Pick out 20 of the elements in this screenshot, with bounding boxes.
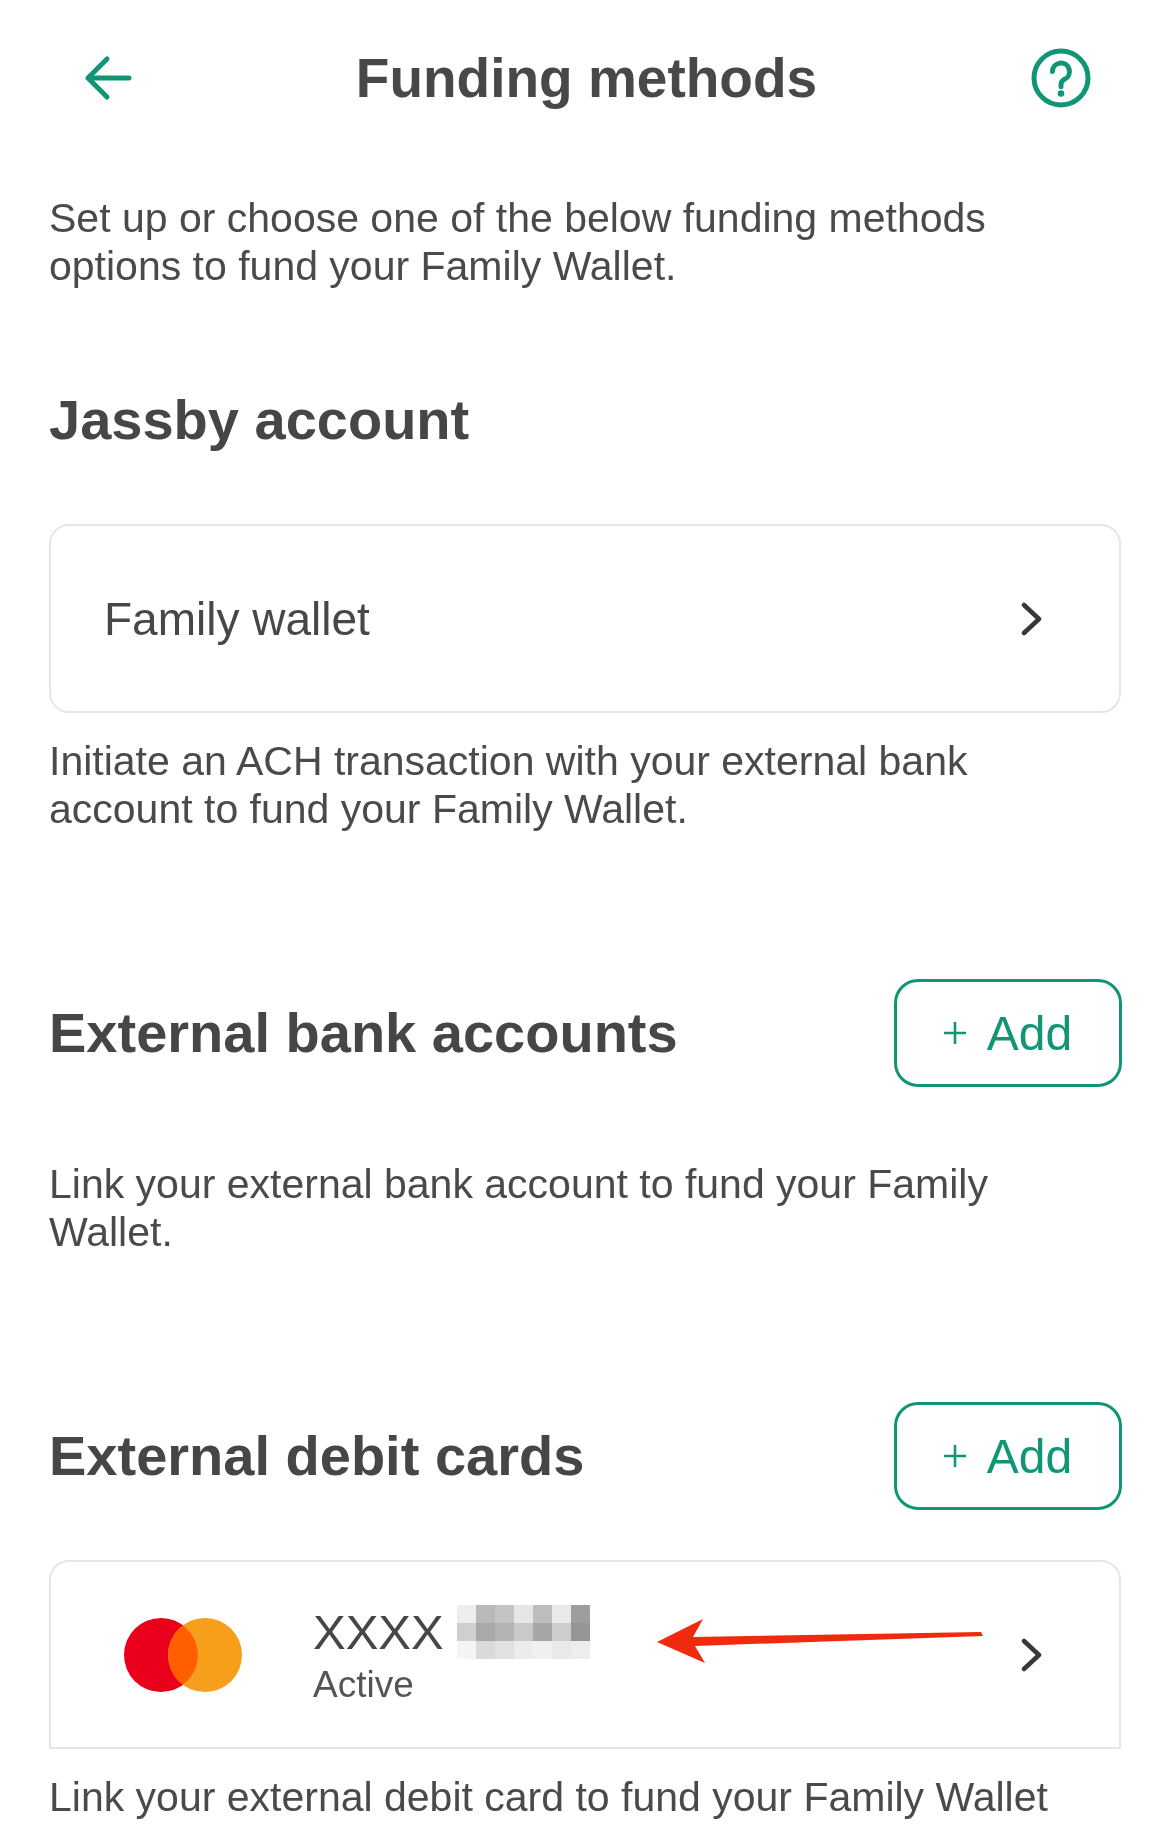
chevron-right-icon — [1021, 601, 1043, 636]
add-button[interactable]: Add — [894, 1402, 1122, 1510]
section-heading: Jassby account — [49, 388, 470, 452]
debit-card-row[interactable]: XXXX Active — [49, 1560, 1121, 1749]
wallet-row[interactable]: Family wallet — [49, 524, 1121, 713]
section-heading: External bank accounts — [49, 1001, 678, 1065]
card-logo-icon — [124, 1617, 242, 1692]
card-number: XXXX — [313, 1603, 444, 1661]
chevron-right-icon — [1021, 1637, 1043, 1672]
plus-icon — [943, 1445, 966, 1467]
section-description: Link your external debit card to fund your Family Wallet — [49, 1773, 1049, 1821]
add-button[interactable]: Add — [894, 979, 1122, 1087]
card-status: Active — [313, 1662, 414, 1707]
section-heading: External debit cards — [49, 1424, 585, 1488]
section-description: Initiate an ACH transaction with your external bank account to fund your Family Wallet. — [49, 737, 969, 833]
section-description: Link your external bank account to fund your Family Wallet. — [49, 1160, 989, 1256]
help-icon[interactable] — [1031, 48, 1091, 108]
page-title: Funding methods — [355, 46, 818, 110]
intro-text: Set up or choose one of the below funding methods options to fund your Family Wallet. — [49, 194, 987, 290]
plus-icon — [943, 1022, 966, 1044]
